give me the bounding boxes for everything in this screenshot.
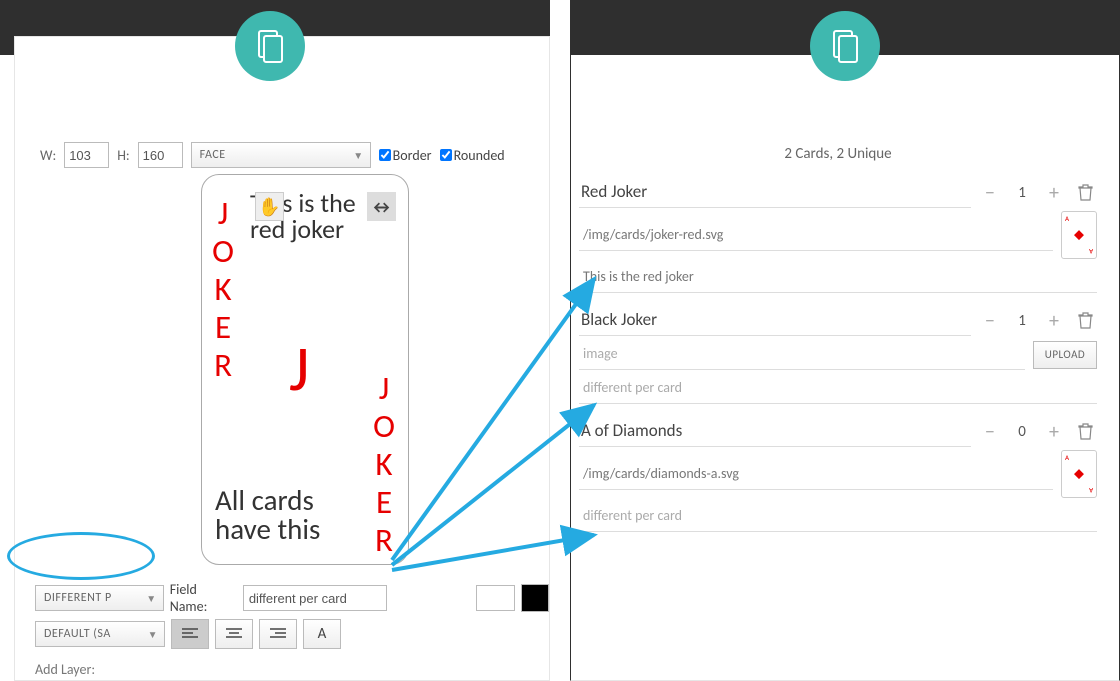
card-bottom-text[interactable]: All cards have this	[215, 486, 375, 544]
corner-joker-tl: JOKER	[209, 193, 237, 383]
card-entry: A of Diamonds−0+ /img/cards/diamonds-a.sv…	[579, 416, 1097, 532]
upload-button[interactable]: UPLOAD	[1033, 341, 1097, 369]
card-entry: Black Joker−1+ image UPLOAD different per c…	[579, 305, 1097, 404]
card-text-field[interactable]: This is the red joker	[579, 262, 1097, 293]
qty-minus-button[interactable]: −	[975, 307, 1005, 335]
height-input[interactable]	[138, 142, 183, 168]
side-select[interactable]: FACE▼	[191, 142, 371, 168]
color-swatch[interactable]	[521, 584, 549, 612]
field-name-input[interactable]	[243, 585, 387, 611]
cards-badge-icon	[235, 11, 305, 81]
layout-editor-panel: W: H: FACE▼ Border Rounded JOKER JOKER J…	[14, 36, 550, 681]
cards-list[interactable]: Red Joker−1+/img/cards/joker-red.svgA◆AT…	[571, 177, 1115, 670]
width-input[interactable]	[64, 142, 109, 168]
resize-handle-icon[interactable]: ↔	[367, 192, 396, 221]
card-title[interactable]: A of Diamonds	[579, 416, 971, 447]
font-style-button[interactable]: A	[303, 619, 341, 649]
card-text-field[interactable]: different per card	[579, 373, 1097, 404]
trash-icon[interactable]	[1073, 418, 1097, 446]
rounded-checkbox[interactable]: Rounded	[440, 147, 505, 164]
trash-icon[interactable]	[1073, 307, 1097, 335]
qty-plus-button[interactable]: +	[1039, 418, 1069, 446]
card-image-field[interactable]: /img/cards/joker-red.svg	[579, 220, 1053, 251]
border-checkbox[interactable]: Border	[379, 147, 432, 164]
align-center-button[interactable]	[215, 619, 253, 649]
add-layer-label: Add Layer:	[35, 661, 95, 678]
align-right-button[interactable]	[259, 619, 297, 649]
qty-plus-button[interactable]: +	[1039, 179, 1069, 207]
card-thumb[interactable]: A◆A	[1061, 450, 1097, 498]
height-label: H:	[117, 147, 129, 164]
card-image-field[interactable]: image	[579, 339, 1025, 370]
cards-list-panel: 2 Cards, 2 Unique Red Joker−1+/img/cards…	[570, 55, 1120, 681]
qty-minus-button[interactable]: −	[975, 179, 1005, 207]
qty-value[interactable]: 1	[1009, 184, 1035, 202]
card-thumb[interactable]: A◆A	[1061, 211, 1097, 259]
card-text-field[interactable]: different per card	[579, 501, 1097, 532]
card-title[interactable]: Red Joker	[579, 177, 971, 208]
qty-minus-button[interactable]: −	[975, 418, 1005, 446]
card-title[interactable]: Black Joker	[579, 305, 971, 336]
field-name-label: Field Name:	[170, 581, 237, 615]
qty-value[interactable]: 0	[1009, 423, 1035, 441]
width-label: W:	[40, 147, 56, 164]
field-mode-select[interactable]: DIFFERENT P▼	[35, 585, 164, 611]
qty-value[interactable]: 1	[1009, 312, 1035, 330]
font-select[interactable]: DEFAULT (SA▼	[35, 621, 165, 647]
trash-icon[interactable]	[1073, 179, 1097, 207]
card-entry: Red Joker−1+ /img/cards/joker-red.svg A◆AT…	[579, 177, 1097, 293]
qty-plus-button[interactable]: +	[1039, 307, 1069, 335]
center-j: J	[289, 330, 309, 408]
cards-badge-icon	[810, 11, 880, 81]
font-size-input[interactable]	[476, 585, 516, 611]
card-preview[interactable]: JOKER JOKER J This is the red joker ✋ ↔ …	[201, 174, 409, 565]
align-left-button[interactable]	[171, 619, 209, 649]
card-image-field[interactable]: /img/cards/diamonds-a.svg	[579, 459, 1053, 490]
cards-summary: 2 Cards, 2 Unique	[571, 145, 1105, 163]
move-handle-icon[interactable]: ✋	[255, 192, 284, 221]
